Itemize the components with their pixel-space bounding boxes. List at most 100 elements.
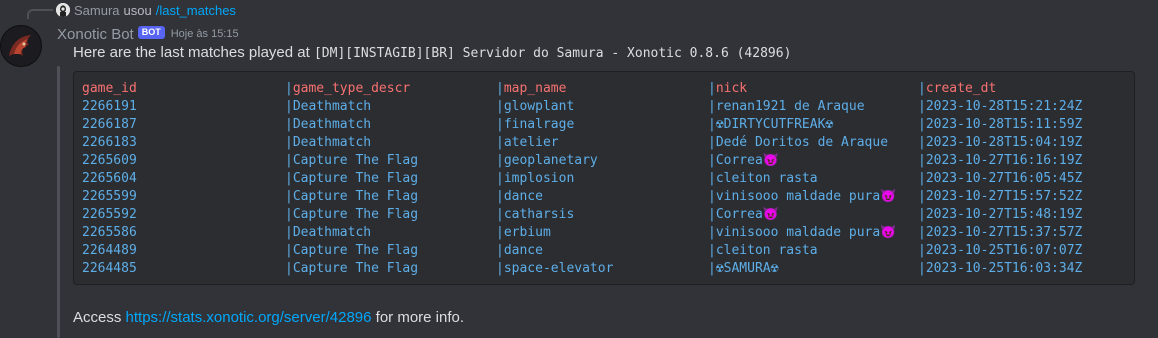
column-separator: | [496, 189, 504, 204]
column-separator: | [285, 261, 293, 276]
column-separator: | [496, 225, 504, 240]
cell-map-name: |space-elevator [496, 260, 613, 278]
column-separator: | [708, 243, 716, 258]
cell-map-name: |catharsis [496, 206, 574, 224]
cell-text: ☢SAMURA☢ [715, 261, 779, 276]
column-separator: | [496, 117, 504, 132]
cell-text: Correa😈 [715, 207, 779, 222]
column-separator: | [918, 225, 926, 240]
cell-create-dt: |2023-10-28T15:04:19Z [918, 134, 1082, 152]
cell-text: 2264489 [82, 243, 137, 258]
cell-text: implosion [503, 171, 575, 186]
column-separator: | [918, 243, 926, 258]
cell-text: dance [503, 189, 543, 204]
column-separator: | [918, 207, 926, 222]
stats-link[interactable]: https://stats.xonotic.org/server/42896 [126, 309, 372, 326]
cell-nick: |☢DIRTYCUTFREAK☢ [708, 116, 833, 134]
cell-text: 2264485 [82, 261, 137, 276]
cell-map-name: |dance [496, 242, 543, 260]
cell-nick: |Correa😈 [708, 206, 779, 224]
cell-text: game_type_descr [292, 81, 411, 96]
timestamp[interactable]: Hoje às 15:15 [171, 28, 239, 40]
message: Samura usou /last_matches Xonotic Bot BO… [0, 0, 1158, 338]
cell-text: Capture The Flag [292, 243, 419, 258]
cell-text: Dedé Doritos de Araque [715, 135, 889, 150]
reply-username[interactable]: Samura [74, 3, 120, 18]
column-separator: | [285, 135, 293, 150]
cell-game-id: 2266187 [82, 116, 137, 134]
cell-text: Deathmatch [292, 99, 372, 114]
cell-game-id: 2265609 [82, 152, 137, 170]
cell-text: Deathmatch [292, 135, 372, 150]
cell-text: space-elevator [503, 261, 614, 276]
cell-game-type: |Capture The Flag [285, 152, 418, 170]
cell-text: 2265592 [82, 207, 137, 222]
column-separator: | [285, 117, 293, 132]
reply-verb: usou [123, 2, 152, 18]
cell-game-id: 2265599 [82, 188, 137, 206]
column-separator: | [708, 135, 716, 150]
quote-bar [57, 66, 60, 338]
cell-text: 2023-10-25T16:07:07Z [925, 243, 1083, 258]
column-separator: | [708, 81, 716, 96]
cell-game-type: |Capture The Flag [285, 260, 418, 278]
column-separator: | [918, 189, 926, 204]
cell-game-id: 2264485 [82, 260, 137, 278]
cell-text: cleiton rasta [715, 243, 818, 258]
reply-header[interactable]: Samura usou /last_matches [56, 2, 236, 18]
cell-text: dance [503, 243, 543, 258]
cell-text: atelier [503, 135, 559, 150]
cell-text: vinisooo maldade pura😈 [715, 225, 897, 240]
cell-text: Capture The Flag [292, 207, 419, 222]
cell-map-name: |erbium [496, 224, 551, 242]
message-header: Xonotic Bot BOT Hoje às 15:15 [57, 24, 239, 44]
column-separator: | [496, 135, 504, 150]
cell-text: Capture The Flag [292, 153, 419, 168]
cell-text: 2266183 [82, 135, 137, 150]
footer-prefix: Access [73, 309, 126, 326]
column-separator: | [918, 135, 926, 150]
cell-text: 2023-10-27T15:57:52Z [925, 189, 1083, 204]
reply-avatar[interactable] [56, 3, 70, 17]
cell-text: 2266187 [82, 117, 137, 132]
column-separator: | [708, 153, 716, 168]
cell-nick: |Dedé Doritos de Araque [708, 134, 888, 152]
column-separator: | [918, 81, 926, 96]
intro-text: Here are the last matches played at [DM]… [73, 44, 791, 61]
cell-game-id: 2265586 [82, 224, 137, 242]
column-separator: | [285, 207, 293, 222]
cell-text: Deathmatch [292, 117, 372, 132]
cell-text: glowplant [503, 99, 575, 114]
cell-game-type: |Capture The Flag [285, 242, 418, 260]
column-separator: | [496, 171, 504, 186]
author-name[interactable]: Xonotic Bot [57, 26, 134, 43]
cell-game-id: 2265592 [82, 206, 137, 224]
cell-create-dt: |2023-10-28T15:11:59Z [918, 116, 1082, 134]
server-name: [DM][INSTAGIB][BR] Servidor do Samura - … [313, 46, 792, 61]
header-game-type: |game_type_descr [285, 80, 410, 98]
matches-codeblock: game_id |game_type_descr |map_name |nick |cr… [73, 71, 1135, 285]
reply-command[interactable]: /last_matches [156, 3, 236, 18]
cell-create-dt: |2023-10-25T16:03:34Z [918, 260, 1082, 278]
column-separator: | [285, 153, 293, 168]
cell-text: renan1921 de Araque [715, 99, 865, 114]
cell-create-dt: |2023-10-27T15:37:57Z [918, 224, 1082, 242]
cell-nick: |cleiton rasta [708, 242, 818, 260]
cell-create-dt: |2023-10-27T15:48:19Z [918, 206, 1082, 224]
cell-create-dt: |2023-10-27T16:05:45Z [918, 170, 1082, 188]
cell-text: catharsis [503, 207, 575, 222]
cell-text: 2023-10-25T16:03:34Z [925, 261, 1083, 276]
cell-text: 2023-10-28T15:11:59Z [925, 117, 1083, 132]
cell-text: nick [715, 81, 748, 96]
cell-game-id: 2266191 [82, 98, 137, 116]
footer-suffix: for more info. [371, 309, 465, 326]
cell-text: 2023-10-27T16:16:19Z [925, 153, 1083, 168]
cell-game-id: 2265604 [82, 170, 137, 188]
cell-game-type: |Capture The Flag [285, 170, 418, 188]
reply-spine [27, 9, 53, 19]
cell-nick: |vinisooo maldade pura😈 [708, 224, 896, 242]
cell-map-name: |glowplant [496, 98, 574, 116]
column-separator: | [496, 207, 504, 222]
column-separator: | [496, 99, 504, 114]
bot-avatar[interactable] [0, 25, 42, 67]
